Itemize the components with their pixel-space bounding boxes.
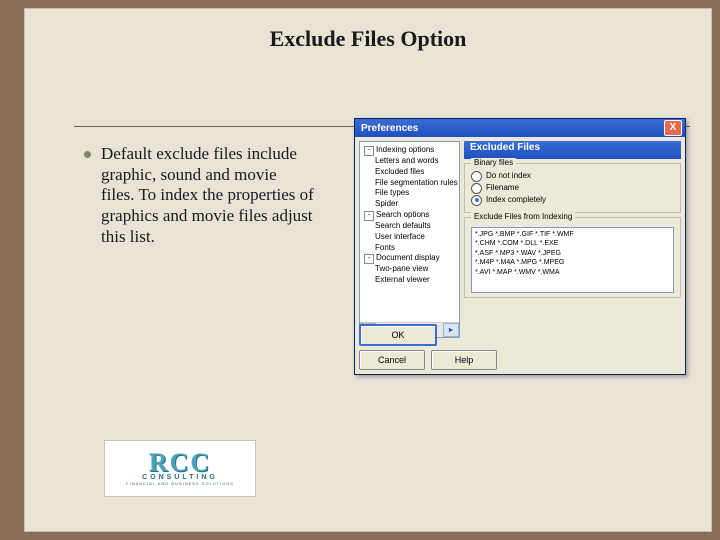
list-item: *.JPG *.BMP *.GIF *.TIF *.WMF	[475, 230, 670, 239]
exclude-group-title: Exclude Files from Indexing	[471, 212, 575, 221]
right-pane: Excluded Files Binary files Do not index…	[464, 141, 681, 338]
radio-filename[interactable]: Filename	[471, 182, 674, 194]
radio-icon	[471, 183, 482, 194]
tree-item-filetypes[interactable]: File types	[362, 188, 457, 199]
slide-title: Exclude Files Option	[24, 26, 712, 52]
tree-item-excluded[interactable]: Excluded files	[362, 167, 457, 178]
close-button[interactable]: X	[664, 120, 682, 136]
list-item: *.ASF *.MP3 *.WAV *.JPEG	[475, 249, 670, 258]
ok-button[interactable]: OK	[359, 324, 437, 346]
binary-group-title: Binary files	[471, 158, 516, 167]
bullet-icon	[84, 151, 91, 158]
radio-label: Do not index	[486, 170, 531, 182]
close-icon: X	[670, 123, 677, 133]
help-button[interactable]: Help	[431, 350, 497, 370]
bullet-area: Default exclude files include graphic, s…	[84, 144, 314, 248]
logo: RCC CONSULTING FINANCIAL AND BUSINESS SO…	[104, 440, 256, 497]
collapse-icon[interactable]: -	[364, 146, 374, 156]
tree-item-external[interactable]: External viewer	[362, 275, 457, 286]
binary-files-group: Binary files Do not index Filename Index…	[464, 163, 681, 213]
tree-item-ui[interactable]: User interface	[362, 232, 457, 243]
dialog-body: -Indexing options Letters and words Excl…	[355, 137, 685, 342]
slide: Exclude Files Option Default exclude fil…	[24, 8, 712, 532]
list-item: *.AVI *.MAP *.WMV *.WMA	[475, 268, 670, 277]
ok-row: OK	[359, 324, 437, 346]
tree-item-segmentation[interactable]: File segmentation rules	[362, 178, 457, 189]
panel-header: Excluded Files	[464, 141, 681, 159]
collapse-icon[interactable]: -	[364, 254, 374, 264]
tree-item-fonts[interactable]: Fonts	[362, 243, 457, 254]
tree-pane[interactable]: -Indexing options Letters and words Excl…	[359, 141, 460, 338]
exclude-files-group: Exclude Files from Indexing *.JPG *.BMP …	[464, 217, 681, 298]
radio-label: Index completely	[486, 194, 546, 206]
exclude-list[interactable]: *.JPG *.BMP *.GIF *.TIF *.WMF *.CHM *.CO…	[471, 227, 674, 293]
tree-item-letters[interactable]: Letters and words	[362, 156, 457, 167]
logo-tagline: FINANCIAL AND BUSINESS SOLUTIONS	[126, 481, 234, 486]
button-row: Cancel Help	[359, 350, 497, 370]
tree-item-spider[interactable]: Spider	[362, 199, 457, 210]
cancel-button[interactable]: Cancel	[359, 350, 425, 370]
tree-item-search[interactable]: -Search options	[362, 210, 457, 221]
logo-sub: CONSULTING	[142, 474, 218, 481]
chevron-right-icon: ►	[448, 327, 455, 334]
tree-item-docdisplay[interactable]: -Document display	[362, 253, 457, 264]
tree-item-twopane[interactable]: Two-pane view	[362, 264, 457, 275]
body-text: Default exclude files include graphic, s…	[101, 144, 314, 248]
list-item: *.M4P *.M4A *.MPG *.MPEG	[475, 258, 670, 267]
tree-item-defaults[interactable]: Search defaults	[362, 221, 457, 232]
collapse-icon[interactable]: -	[364, 211, 374, 221]
preferences-dialog: Preferences X -Indexing options Letters …	[354, 118, 686, 375]
logo-main: RCC	[149, 451, 211, 474]
list-item: *.CHM *.COM *.DLL *.EXE	[475, 239, 670, 248]
tree-item-indexing[interactable]: -Indexing options	[362, 145, 457, 156]
radio-label: Filename	[486, 182, 519, 194]
radio-icon	[471, 171, 482, 182]
titlebar[interactable]: Preferences X	[355, 119, 685, 137]
dialog-title: Preferences	[358, 123, 664, 134]
radio-index-completely[interactable]: Index completely	[471, 194, 674, 206]
scroll-right-button[interactable]: ►	[443, 323, 459, 337]
radio-icon	[471, 195, 482, 206]
radio-do-not-index[interactable]: Do not index	[471, 170, 674, 182]
bullet-item: Default exclude files include graphic, s…	[84, 144, 314, 248]
